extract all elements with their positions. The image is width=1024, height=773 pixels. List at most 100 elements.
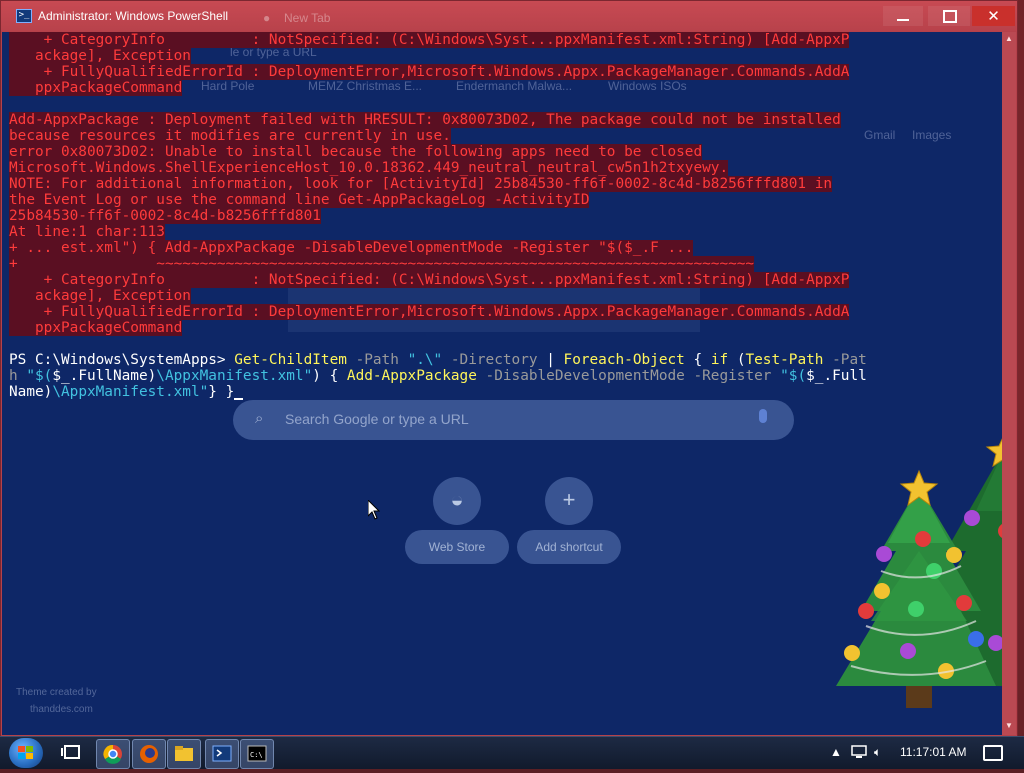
taskbar: C:\ ▲ 🔈︎ 11:17:01 AM (0, 736, 1024, 769)
svg-text:C:\: C:\ (250, 751, 263, 759)
add-shortcut-label: Add shortcut (517, 530, 621, 564)
console-line-text: NOTE: For additional information, look f… (9, 176, 833, 192)
console-line: ackage], Exception (9, 288, 999, 304)
powershell-window[interactable]: >_ Administrator: Windows PowerShell ● N… (0, 0, 1018, 737)
console-line-text: error 0x80073D02: Unable to install beca… (9, 144, 703, 160)
console-line: + FullyQualifiedErrorId : DeploymentErro… (9, 64, 999, 80)
minimize-icon (897, 19, 909, 21)
console-output[interactable]: + CategoryInfo : NotSpecified: (C:\Windo… (9, 32, 999, 400)
console-line-text: + ~~~~~~~~~~~~~~~~~~~~~~~~~~~~~~~~~~~~~~… (9, 256, 755, 272)
console-line-text: At line:1 char:113 (9, 224, 165, 240)
prompt-segment: Add-AppxPackage (346, 368, 477, 384)
maximize-icon (943, 10, 957, 23)
firefox-icon (140, 745, 158, 763)
task-view-icon (61, 745, 80, 759)
prompt-segment: \AppxManifest.xml" (156, 368, 313, 384)
prompt-segment: \AppxManifest.xml" (52, 384, 209, 400)
christmas-tree-image (836, 438, 1002, 708)
cmd-taskbar-button[interactable]: C:\ (240, 739, 274, 769)
search-placeholder: Search Google or type a URL (285, 411, 469, 427)
windows-logo-icon (18, 746, 33, 759)
action-center-icon[interactable] (983, 745, 1003, 761)
powershell-taskbar-button[interactable] (205, 739, 239, 769)
prompt-segment: Get-ChildItem (234, 352, 347, 368)
close-icon: ✕ (987, 7, 1000, 25)
console-line: error 0x80073D02: Unable to install beca… (9, 144, 999, 160)
console-line: + FullyQualifiedErrorId : DeploymentErro… (9, 304, 999, 320)
console-line-text: ackage], Exception (9, 48, 191, 64)
prompt-segment: "$( (780, 368, 807, 384)
console-line-text: ppxPackageCommand (9, 320, 183, 336)
watermark-line-2: thanddes.com (30, 704, 93, 715)
background-tab-title: New Tab (284, 11, 331, 25)
mouse-cursor-icon (368, 500, 380, 520)
console-line-text: 25b84530-ff6f-0002-8c4d-b8256fffd801 (9, 208, 321, 224)
prompt-segment: $_ (52, 368, 70, 384)
console-line: Add-AppxPackage : Deployment failed with… (9, 112, 999, 128)
volume-icon[interactable]: 🔈︎ (874, 745, 881, 760)
clock[interactable]: 11:17:01 AM (900, 745, 967, 759)
prompt-segment: { (684, 352, 711, 368)
show-hidden-icons-icon[interactable]: ▲ (830, 745, 842, 759)
prompt-segment: -Pat (823, 352, 867, 368)
console-line-text: + CategoryInfo : NotSpecified: (C:\Windo… (9, 32, 850, 48)
prompt-segment: | (537, 352, 564, 368)
console-line: Microsoft.Windows.ShellExperienceHost_10… (9, 160, 999, 176)
web-store-label: Web Store (405, 530, 509, 564)
prompt-segment: -Directory (442, 352, 538, 368)
prompt-segment: ) { (312, 368, 347, 384)
prompt-segment: $_ (806, 368, 824, 384)
console-line: ppxPackageCommand (9, 80, 999, 96)
console-line-text: + FullyQualifiedErrorId : DeploymentErro… (9, 64, 850, 80)
console-line: + ... est.xml") { Add-AppxPackage -Disab… (9, 240, 999, 256)
console-line: + CategoryInfo : NotSpecified: (C:\Windo… (9, 272, 999, 288)
prompt-segment: .FullName) (69, 368, 157, 384)
chrome-taskbar-button[interactable] (96, 739, 130, 769)
web-store-icon: ◒ (433, 477, 481, 525)
console-line-text: + CategoryInfo : NotSpecified: (C:\Windo… (9, 272, 850, 288)
console-line-text: Add-AppxPackage : Deployment failed with… (9, 112, 841, 128)
console-line: ackage], Exception (9, 48, 999, 64)
text-cursor (234, 398, 244, 400)
console-area[interactable]: le or type a URL Hard Pole MEMZ Christma… (2, 32, 1002, 735)
console-line-text: ppxPackageCommand (9, 80, 183, 96)
prompt-segment: -Path (346, 352, 408, 368)
prompt-segment: Test-Path (745, 352, 824, 368)
background-search-box: ⌕ Search Google or type a URL (233, 400, 794, 440)
task-view-button[interactable] (56, 739, 88, 767)
prompt-segment: } } (208, 384, 235, 400)
prompt-segment: "$( (26, 368, 53, 384)
prompt-segment: PS C:\Windows\SystemApps> (9, 352, 235, 368)
console-line: because resources it modifies are curren… (9, 128, 999, 144)
scroll-up-icon[interactable]: ▲ (1002, 32, 1016, 46)
minimize-button[interactable] (883, 6, 923, 26)
console-line: + CategoryInfo : NotSpecified: (C:\Windo… (9, 32, 999, 48)
close-button[interactable]: ✕ (972, 6, 1015, 26)
file-explorer-taskbar-button[interactable] (167, 739, 201, 769)
console-line: NOTE: For additional information, look f… (9, 176, 999, 192)
firefox-taskbar-button[interactable] (132, 739, 166, 769)
folder-icon (175, 746, 193, 761)
network-icon[interactable] (851, 745, 867, 762)
console-line: 25b84530-ff6f-0002-8c4d-b8256fffd801 (9, 208, 999, 224)
tab-favicon-icon: ● (263, 11, 271, 25)
background-chrome-tab: ● New Tab (255, 7, 475, 29)
window-title: Administrator: Windows PowerShell (38, 9, 229, 23)
watermark-line-1: Theme created by (16, 687, 97, 698)
prompt-segment: if (710, 352, 729, 368)
prompt-line: Name)\AppxManifest.xml"} } (9, 384, 999, 400)
prompt-segment: ".\" (407, 352, 443, 368)
powershell-icon (212, 745, 232, 762)
search-icon: ⌕ (255, 410, 264, 427)
add-shortcut-icon: + (545, 477, 593, 525)
vertical-scrollbar[interactable] (1002, 32, 1016, 735)
title-bar[interactable]: >_ Administrator: Windows PowerShell ● N… (1, 1, 1017, 31)
start-button[interactable] (9, 738, 43, 768)
chrome-icon (103, 744, 122, 764)
console-line: ppxPackageCommand (9, 320, 999, 336)
console-line-text: + FullyQualifiedErrorId : DeploymentErro… (9, 304, 850, 320)
maximize-button[interactable] (928, 6, 970, 26)
scroll-down-icon[interactable]: ▼ (1002, 719, 1016, 733)
